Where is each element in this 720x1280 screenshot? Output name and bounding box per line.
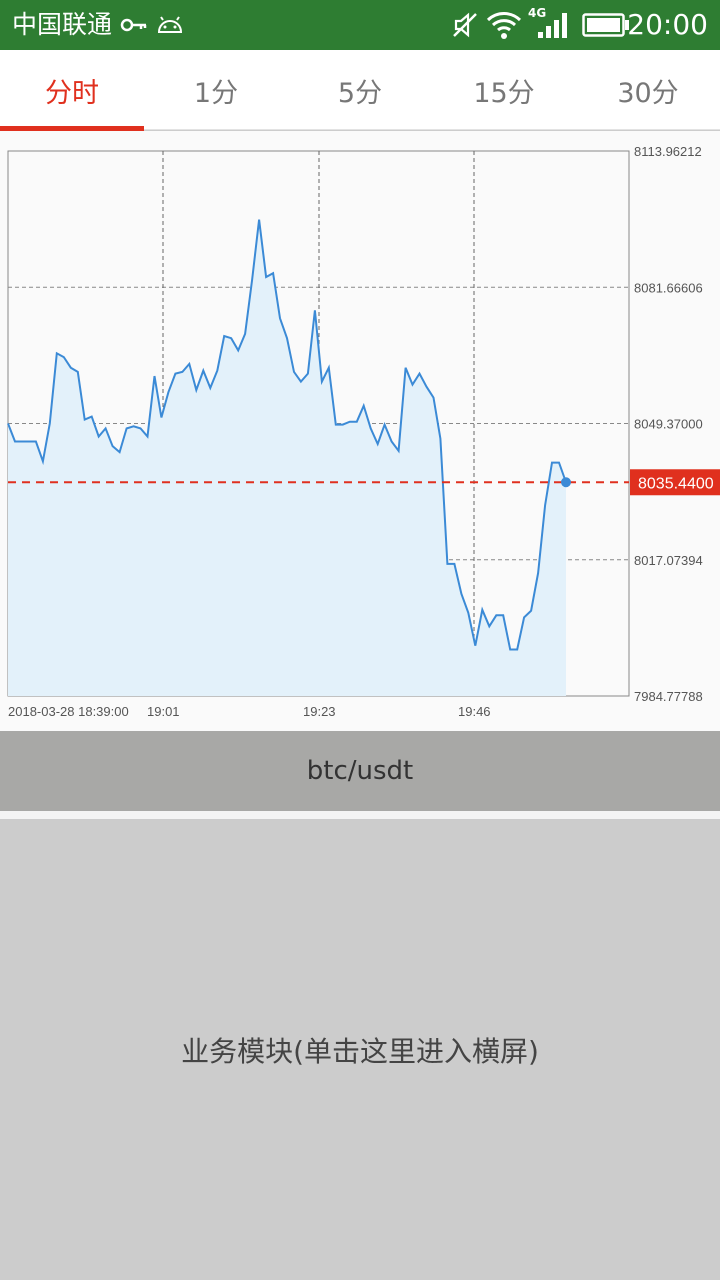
y-tick-label: 8017.07394 xyxy=(634,553,703,568)
battery-icon xyxy=(582,0,630,50)
status-bar: 中国联通 4G 20:00 xyxy=(0,0,720,50)
y-tick-label: 8049.37000 xyxy=(634,417,703,432)
tab-label: 分时 xyxy=(45,77,99,109)
tab-label: 30分 xyxy=(617,77,679,109)
trading-pair-label: btc/usdt xyxy=(306,756,414,786)
x-tick-label: 2018-03-28 18:39:00 xyxy=(8,704,129,719)
clock: 20:00 xyxy=(627,8,708,41)
current-price-label: 8035.4400 xyxy=(638,475,714,492)
y-tick-label: 8081.66606 xyxy=(634,280,703,295)
tab-label: 1分 xyxy=(193,77,239,109)
tab-15min[interactable]: 15分 xyxy=(432,50,576,130)
current-price-dot xyxy=(561,477,571,488)
network-type: 4G xyxy=(528,6,547,20)
signal-icon: 4G xyxy=(528,0,570,50)
tab-timeshare[interactable]: 分时 xyxy=(0,50,144,131)
wifi-icon xyxy=(486,0,522,50)
tab-5min[interactable]: 5分 xyxy=(288,50,432,130)
carrier-name: 中国联通 xyxy=(12,10,113,39)
tab-label: 5分 xyxy=(337,77,383,109)
price-chart-svg: 8113.96212 8081.66606 8049.37000 8017.07394… xyxy=(7,144,720,719)
divider xyxy=(0,811,720,819)
x-tick-label: 19:46 xyxy=(458,704,491,719)
tab-30min[interactable]: 30分 xyxy=(576,50,720,130)
key-icon xyxy=(120,0,148,50)
y-tick-label: 7984.77788 xyxy=(634,689,703,704)
x-tick-label: 19:23 xyxy=(303,704,336,719)
mute-icon xyxy=(450,0,480,50)
business-module[interactable]: 业务模块(单击这里进入横屏) xyxy=(0,819,720,1280)
business-module-label: 业务模块(单击这里进入横屏) xyxy=(181,1034,539,1068)
android-icon xyxy=(156,0,184,50)
period-tabs: 分时 1分 5分 15分 30分 xyxy=(0,50,720,131)
y-tick-label: 8113.96212 xyxy=(634,144,702,159)
price-chart[interactable]: 8113.96212 8081.66606 8049.37000 8017.07394… xyxy=(0,131,720,731)
x-tick-label: 19:01 xyxy=(147,704,180,719)
trading-pair-bar: btc/usdt xyxy=(0,731,720,811)
tab-1min[interactable]: 1分 xyxy=(144,50,288,130)
tab-label: 15分 xyxy=(473,77,535,109)
